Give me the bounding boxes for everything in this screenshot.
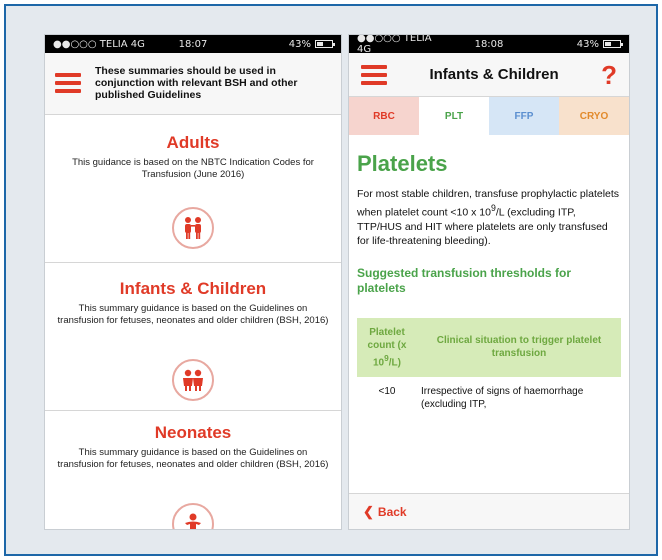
guide-description: This summary guidance is based on the Gu…: [57, 303, 329, 326]
baby-icon[interactable]: [172, 503, 214, 529]
product-tabs: RBC PLT FFP CRYO: [349, 97, 629, 135]
guide-card-adults[interactable]: Adults This guidance is based on the NBT…: [45, 115, 341, 263]
guide-card-infants-children[interactable]: Infants & Children This summary guidance…: [45, 263, 341, 411]
carrier-label: ●●○○○ TELIA 4G: [53, 38, 145, 50]
platelet-guidance-text: For most stable children, transfuse prop…: [357, 188, 620, 247]
back-button[interactable]: ❮ Back: [349, 493, 629, 529]
battery-icon: [314, 40, 335, 48]
tab-plt[interactable]: PLT: [419, 97, 489, 135]
guide-title: Infants & Children: [119, 279, 267, 298]
battery-percent: 43%: [288, 38, 311, 50]
threshold-table: Platelet count (x 109/L) Clinical situat…: [357, 317, 621, 412]
guidelines-note: These summaries should be used in conjun…: [95, 64, 298, 101]
column-header-clinical-situation: Clinical situation to trigger platelet t…: [417, 317, 621, 377]
section-title: Platelets: [357, 151, 448, 176]
left-phone-screen: ●●○○○ TELIA 4G 18:07 43% These summaries…: [44, 34, 342, 530]
table-header-row: Platelet count (x 109/L) Clinical situat…: [357, 317, 621, 377]
tab-ffp[interactable]: FFP: [489, 97, 559, 135]
battery-percent: 43%: [576, 38, 599, 50]
adults-icon[interactable]: [172, 207, 214, 249]
menu-icon[interactable]: [361, 64, 387, 85]
chevron-left-icon: ❮: [363, 503, 374, 519]
clock: 18:07: [178, 38, 208, 50]
tab-rbc[interactable]: RBC: [349, 97, 419, 135]
status-bar: ●●○○○ TELIA 4G 18:08 43%: [349, 34, 629, 55]
table-row: <10 Irrespective of signs of haemorrhage…: [357, 377, 621, 412]
status-bar: ●●○○○ TELIA 4G 18:07 43%: [45, 35, 341, 53]
guide-title: Adults: [166, 133, 220, 152]
column-header-platelet-count: Platelet count (x 109/L): [357, 317, 417, 377]
right-phone-screen: ●●○○○ TELIA 4G 18:08 43% Infants & Child…: [348, 34, 630, 530]
page-title: Infants & Children: [429, 66, 559, 83]
guide-description: This guidance is based on the NBTC Indic…: [72, 157, 314, 180]
menu-icon[interactable]: [55, 72, 81, 93]
threshold-heading: Suggested transfusion thresholds for pla…: [357, 265, 572, 295]
home-header: These summaries should be used in conjun…: [45, 53, 341, 115]
platelets-content: Platelets For most stable children, tran…: [349, 135, 629, 412]
help-icon[interactable]: ?: [601, 62, 617, 88]
children-icon[interactable]: [172, 359, 214, 401]
cell-count: <10: [378, 385, 396, 397]
page-header: Infants & Children ?: [349, 53, 629, 97]
guide-title: Neonates: [154, 423, 232, 442]
back-label: Back: [377, 504, 407, 519]
tab-cryo[interactable]: CRYO: [559, 97, 629, 135]
clock: 18:08: [474, 38, 504, 50]
figure-frame: ●●○○○ TELIA 4G 18:07 43% These summaries…: [4, 4, 658, 556]
guide-card-neonates[interactable]: Neonates This summary guidance is based …: [45, 411, 341, 529]
threshold-table-viewport[interactable]: Platelet count (x 109/L) Clinical situat…: [357, 317, 621, 412]
guide-description: This summary guidance is based on the Gu…: [57, 447, 329, 470]
battery-icon: [603, 40, 623, 48]
cell-situation: Irrespective of signs of haemorrhage (ex…: [421, 385, 584, 410]
carrier-label: ●●○○○ TELIA 4G: [357, 34, 432, 55]
